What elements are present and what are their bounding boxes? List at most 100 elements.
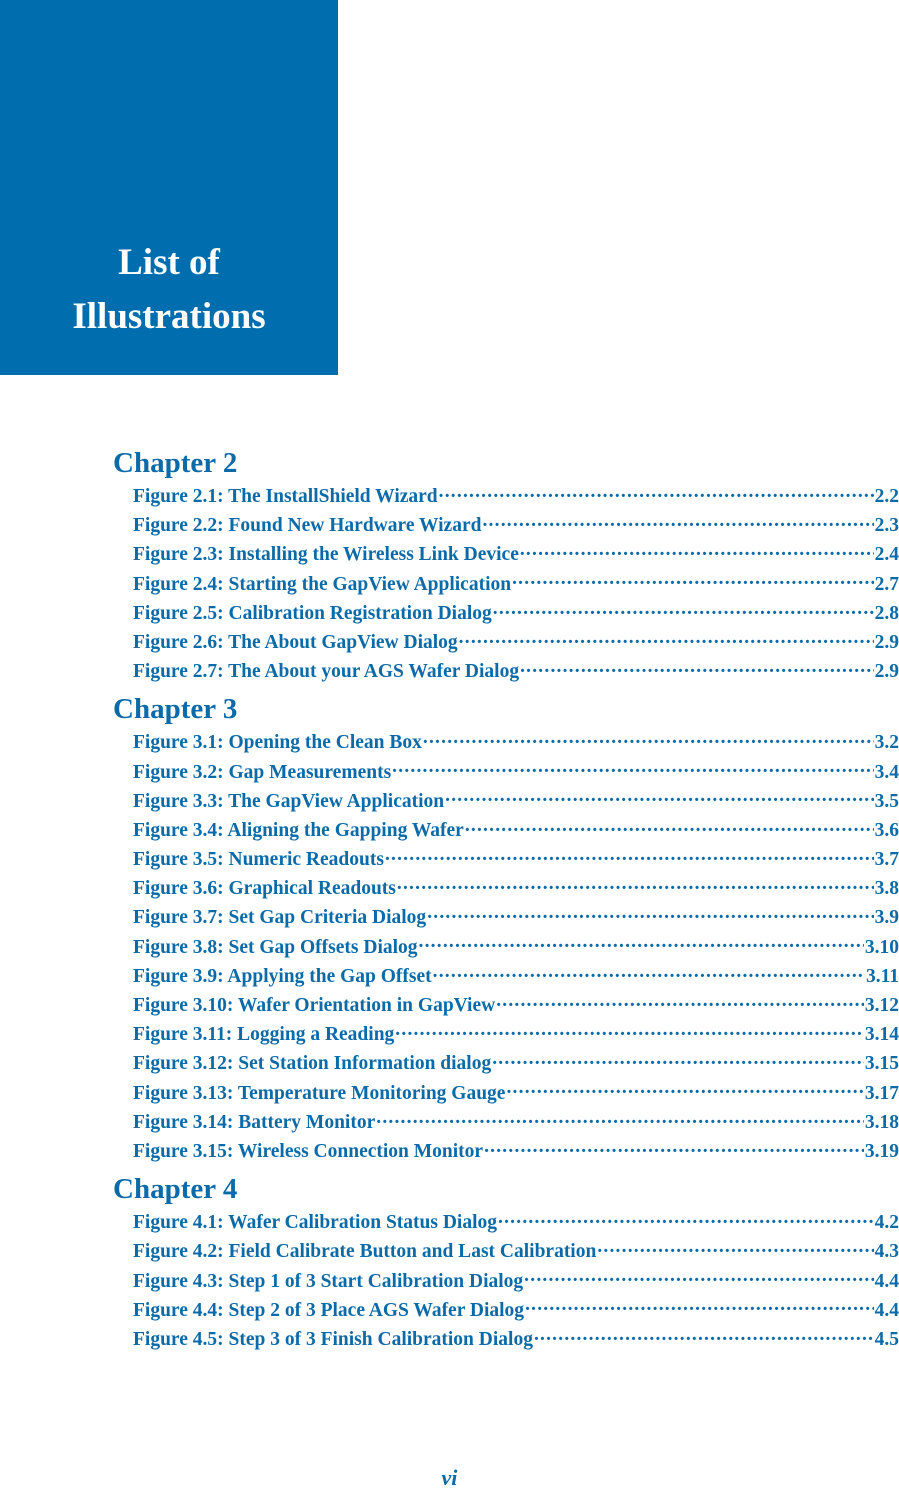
entry-label: Figure 3.9: Applying the Gap Offset (133, 965, 432, 987)
chapter-heading: Chapter 3 (113, 693, 238, 726)
toc-entry[interactable]: Figure 4.3: Step 1 of 3 Start Calibratio… (133, 1267, 899, 1296)
toc-entry[interactable]: Figure 2.6: The About GapView Dialog 2.9 (133, 628, 899, 657)
list-of-illustrations: Chapter 2 Figure 2.1: The InstallShield … (113, 444, 899, 1358)
dot-leader (492, 1050, 864, 1070)
page-title-line-1: List of (118, 242, 220, 283)
toc-entry[interactable]: Figure 3.12: Set Station Information dia… (133, 1049, 899, 1078)
dot-leader (392, 758, 873, 778)
entry-page: 2.8 (874, 602, 899, 624)
dot-leader (376, 1108, 864, 1128)
dot-leader (493, 599, 874, 619)
entry-label: Figure 3.12: Set Station Information dia… (133, 1053, 492, 1075)
entry-label: Figure 3.6: Graphical Readouts (133, 878, 396, 900)
toc-entry[interactable]: Figure 2.4: Starting the GapView Applica… (133, 570, 899, 599)
entry-page: 3.2 (874, 732, 899, 754)
chapter-section-4: Chapter 4 Figure 4.1: Wafer Calibration … (113, 1170, 899, 1354)
toc-entry[interactable]: Figure 4.1: Wafer Calibration Status Dia… (133, 1208, 899, 1237)
dot-leader (419, 933, 864, 953)
toc-entry[interactable]: Figure 3.6: Graphical Readouts 3.8 (133, 874, 899, 903)
entry-label: Figure 2.3: Installing the Wireless Link… (133, 544, 519, 566)
entry-label: Figure 4.5: Step 3 of 3 Finish Calibrati… (133, 1328, 533, 1350)
toc-entry[interactable]: Figure 3.8: Set Gap Offsets Dialog 3.10 (133, 933, 899, 962)
entry-page: 3.18 (864, 1111, 899, 1133)
dot-leader (433, 962, 865, 982)
toc-entry[interactable]: Figure 3.11: Logging a Reading 3.14 (133, 1020, 899, 1049)
entry-page: 3.15 (864, 1053, 899, 1075)
dot-leader (459, 628, 874, 648)
toc-entry[interactable]: Figure 3.13: Temperature Monitoring Gaug… (133, 1079, 899, 1108)
dot-leader (385, 846, 874, 866)
toc-entry[interactable]: Figure 3.15: Wireless Connection Monitor… (133, 1137, 899, 1166)
dot-leader (465, 816, 874, 836)
dot-leader (512, 570, 874, 590)
entry-page: 3.10 (864, 936, 899, 958)
toc-entry[interactable]: Figure 4.4: Step 2 of 3 Place AGS Wafer … (133, 1296, 899, 1325)
page-number: vi (441, 1465, 458, 1490)
dot-leader (496, 992, 864, 1012)
entry-page: 3.6 (874, 819, 899, 841)
entry-label: Figure 4.4: Step 2 of 3 Place AGS Wafer … (133, 1299, 525, 1321)
entry-label: Figure 4.1: Wafer Calibration Status Dia… (133, 1212, 498, 1234)
entry-page: 2.9 (874, 631, 899, 653)
dot-leader (484, 1137, 864, 1157)
toc-entry[interactable]: Figure 3.4: Aligning the Gapping Wafer 3.… (133, 816, 899, 845)
entry-page: 3.12 (864, 995, 899, 1016)
chapter-entries: Figure 4.1: Wafer Calibration Status Dia… (133, 1208, 899, 1354)
dot-leader (520, 541, 874, 561)
entry-label: Figure 3.13: Temperature Monitoring Gaug… (133, 1082, 506, 1104)
chapter-section-3: Chapter 3 Figure 3.1: Opening the Clean … (113, 690, 899, 1166)
entry-label: Figure 3.7: Set Gap Criteria Dialog (133, 907, 427, 929)
entry-label: Figure 2.4: Starting the GapView Applica… (133, 573, 512, 595)
dot-leader (506, 1079, 863, 1099)
page-title: List of Illustrations (0, 236, 338, 344)
toc-entry[interactable]: Figure 2.2: Found New Hardware Wizard 2.3 (133, 511, 899, 540)
toc-entry[interactable]: Figure 3.14: Battery Monitor 3.18 (133, 1108, 899, 1137)
toc-entry[interactable]: Figure 2.1: The InstallShield Wizard 2.2 (133, 482, 899, 511)
dot-leader (395, 1021, 864, 1041)
toc-entry[interactable]: Figure 3.7: Set Gap Criteria Dialog 3.9 (133, 903, 899, 932)
toc-entry[interactable]: Figure 4.5: Step 3 of 3 Finish Calibrati… (133, 1325, 899, 1354)
entry-label: Figure 3.5: Numeric Readouts (133, 849, 384, 871)
entry-page: 4.4 (874, 1270, 899, 1292)
entry-label: Figure 2.7: The About your AGS Wafer Dia… (133, 661, 520, 683)
toc-entry[interactable]: Figure 3.9: Applying the Gap Offset 3.11 (133, 962, 899, 991)
entry-label: Figure 3.10: Wafer Orientation in GapVie… (133, 995, 496, 1016)
entry-label: Figure 3.11: Logging a Reading (133, 1024, 395, 1046)
toc-entry[interactable]: Figure 3.10: Wafer Orientation in GapVie… (133, 991, 899, 1020)
entry-page: 3.7 (874, 849, 899, 871)
entry-label: Figure 3.1: Opening the Clean Box (133, 732, 422, 754)
entry-page: 3.8 (874, 878, 899, 900)
entry-label: Figure 4.2: Field Calibrate Button and L… (133, 1241, 597, 1263)
entry-label: Figure 2.5: Calibration Registration Dia… (133, 602, 492, 624)
dot-leader (520, 658, 874, 678)
entry-label: Figure 2.2: Found New Hardware Wizard (133, 515, 482, 537)
toc-entry[interactable]: Figure 2.3: Installing the Wireless Link… (133, 540, 899, 569)
entry-page: 4.3 (874, 1241, 899, 1263)
entry-page: 3.19 (864, 1140, 899, 1162)
entry-page: 2.4 (874, 544, 899, 566)
entry-page: 4.4 (874, 1299, 899, 1321)
entry-label: Figure 3.14: Battery Monitor (133, 1111, 376, 1133)
chapter-entries: Figure 2.1: The InstallShield Wizard2.2 … (133, 482, 899, 686)
entry-page: 4.2 (874, 1212, 899, 1234)
entry-label: Figure 4.3: Step 1 of 3 Start Calibratio… (133, 1270, 524, 1292)
toc-entry[interactable]: Figure 2.7: The About your AGS Wafer Dia… (133, 657, 899, 686)
entry-page: 3.9 (874, 907, 899, 929)
toc-entry[interactable]: Figure 3.1: Opening the Clean Box 3.2 (133, 728, 899, 757)
toc-entry[interactable]: Figure 3.2: Gap Measurements 3.4 (133, 758, 899, 787)
toc-entry[interactable]: Figure 2.5: Calibration Registration Dia… (133, 599, 899, 628)
entry-page: 3.14 (864, 1024, 899, 1046)
dot-leader (439, 483, 874, 503)
entry-page: 3.5 (874, 790, 899, 812)
entry-label: Figure 3.3: The GapView Application (133, 790, 445, 812)
entry-label: Figure 3.4: Aligning the Gapping Wafer (133, 819, 464, 841)
toc-entry[interactable]: Figure 3.3: The GapView Application 3.5 (133, 787, 899, 816)
toc-entry[interactable]: Figure 4.2: Field Calibrate Button and L… (133, 1237, 899, 1266)
entry-page: 2.9 (874, 661, 899, 683)
chapter-heading: Chapter 2 (113, 447, 238, 479)
dot-leader (397, 875, 874, 895)
entry-label: Figure 2.6: The About GapView Dialog (133, 631, 458, 653)
toc-entry[interactable]: Figure 3.5: Numeric Readouts 3.7 (133, 845, 899, 874)
chapter-entries: Figure 3.1: Opening the Clean Box 3.2 Fig… (133, 728, 899, 1166)
dot-leader (524, 1267, 873, 1287)
